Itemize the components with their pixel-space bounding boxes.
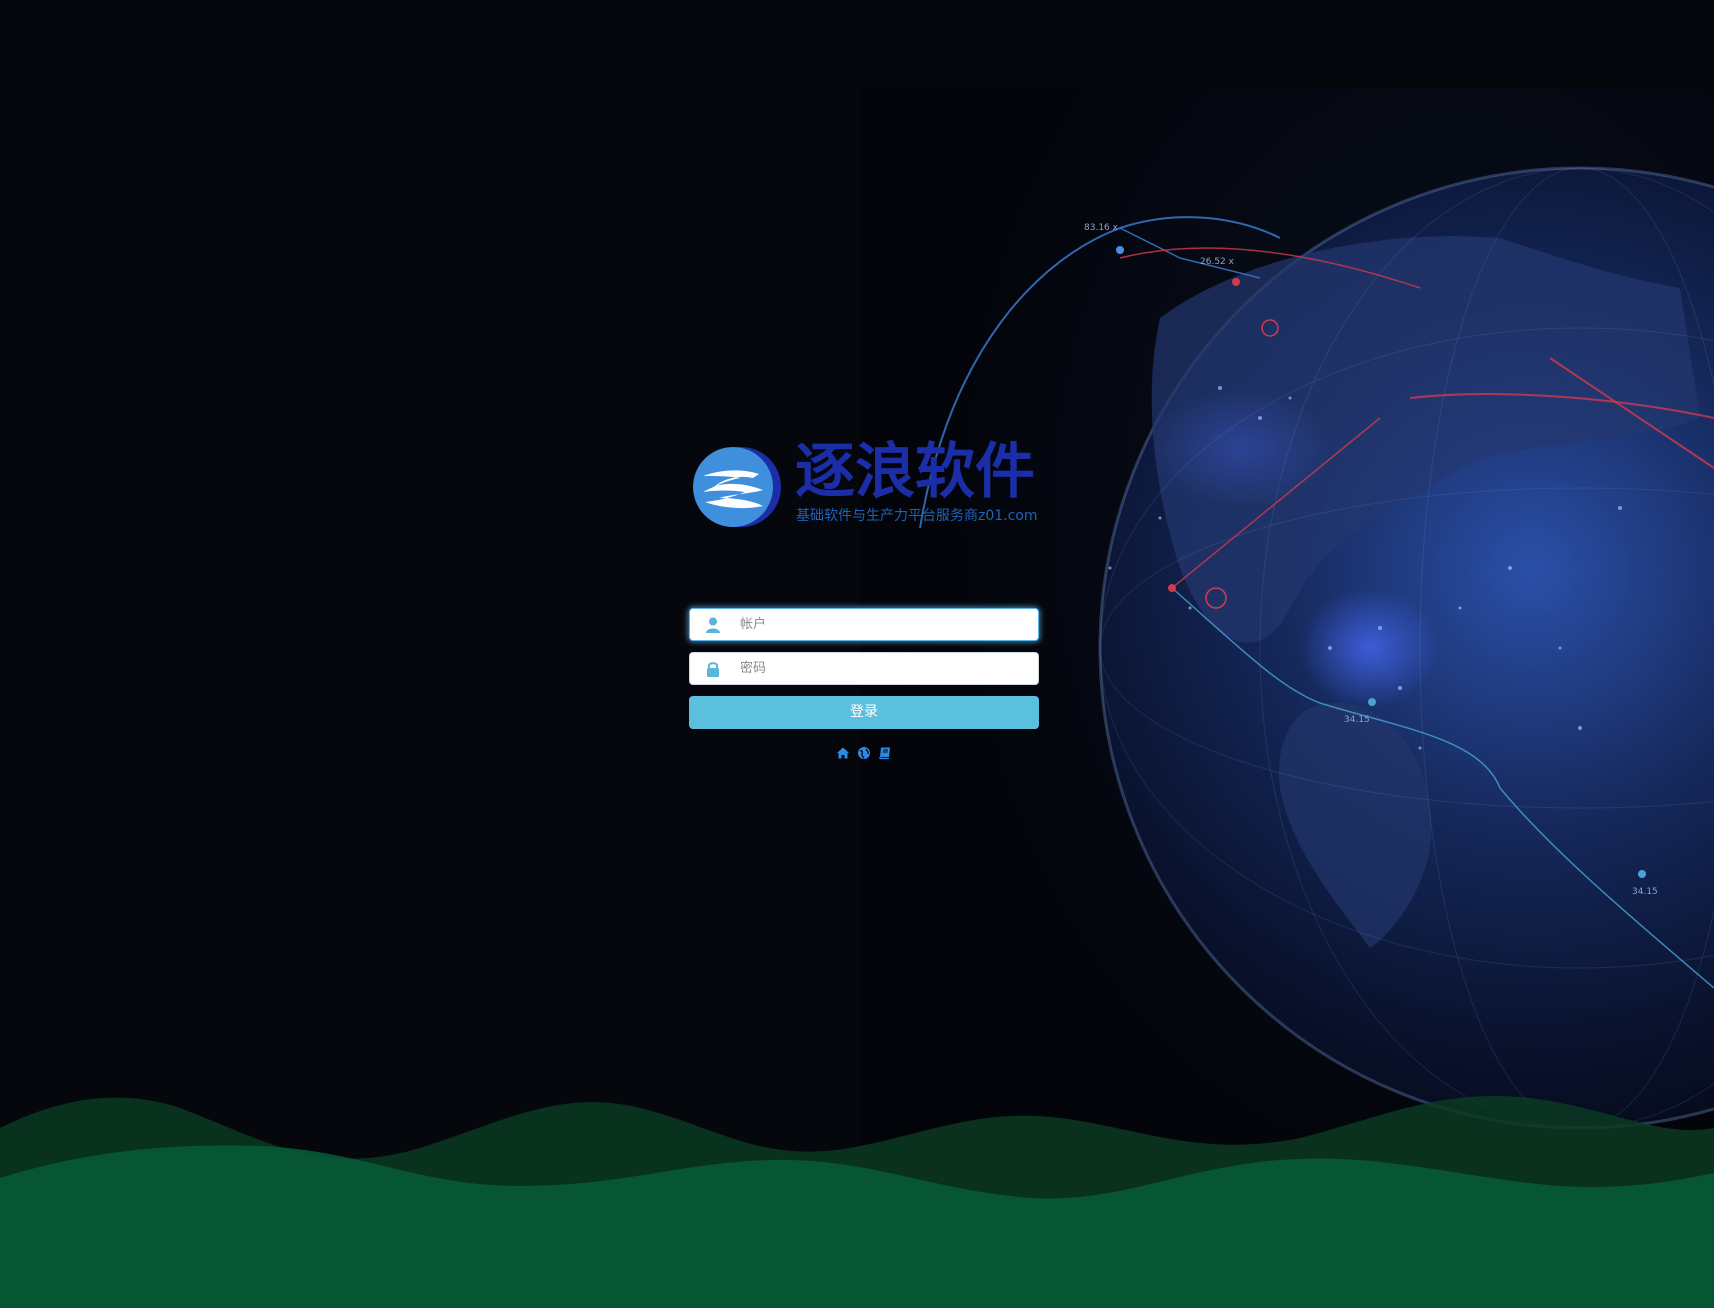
password-field[interactable] [689, 652, 1039, 685]
brand-logo: 逐浪软件 基础软件与生产力平台服务商z01.com [689, 440, 1039, 532]
brand-subtitle: 基础软件与生产力平台服务商z01.com [796, 508, 1038, 524]
globe-label: 83.16 x [1084, 223, 1119, 233]
home-icon[interactable] [836, 745, 850, 759]
brand-logo-mark-icon [693, 447, 781, 527]
brand-title: 逐浪软件 [795, 437, 1035, 507]
globe-label: 34.15 [1632, 887, 1658, 897]
user-icon [706, 617, 720, 633]
login-panel: 逐浪软件 基础软件与生产力平台服务商z01.com 登录 [689, 440, 1039, 759]
globe-icon[interactable] [857, 745, 871, 759]
account-field[interactable] [689, 608, 1039, 641]
globe-label: 26.52 x [1200, 257, 1235, 267]
login-page: 83.16 x 26.52 x 34.15 34.15 逐浪软件 基础软件与生产… [0, 0, 1714, 1308]
footer-links [689, 741, 1039, 759]
login-button[interactable]: 登录 [689, 696, 1039, 729]
bottom-waves [0, 1096, 1714, 1308]
password-input[interactable] [740, 653, 1030, 684]
lock-icon [707, 662, 719, 677]
book-icon[interactable] [878, 745, 892, 759]
globe-label: 34.15 [1344, 715, 1370, 725]
account-input[interactable] [740, 609, 1030, 640]
